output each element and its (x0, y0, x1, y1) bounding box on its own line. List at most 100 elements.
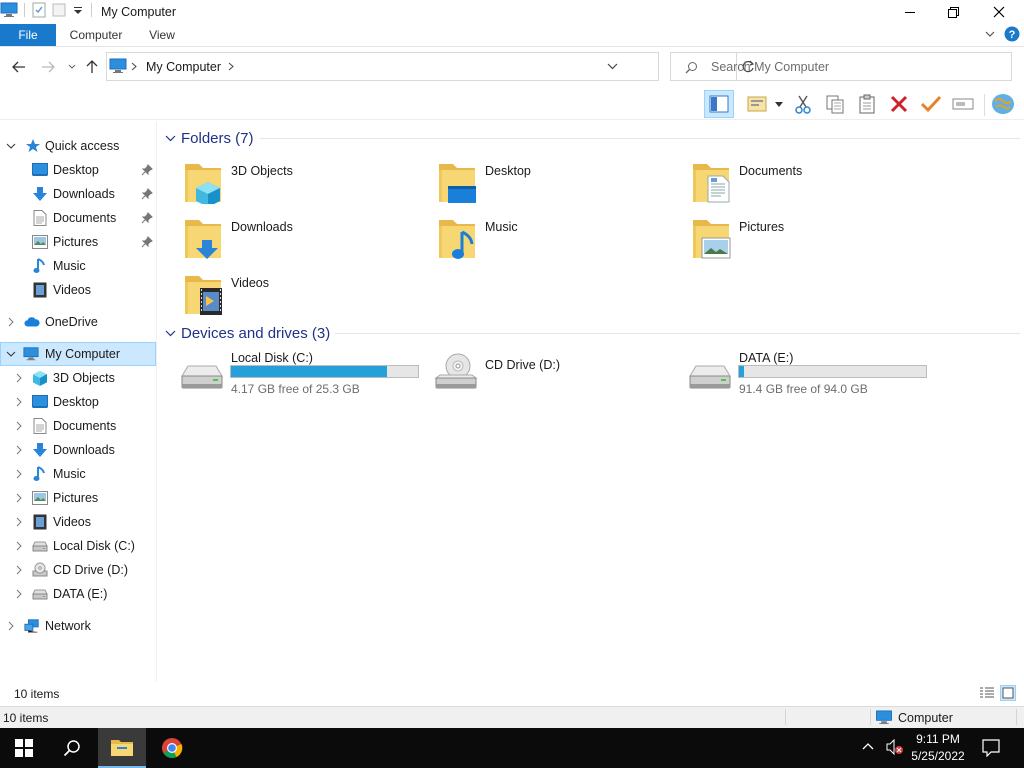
network-icon (24, 618, 40, 634)
folder-tile-desktop[interactable]: Desktop (414, 158, 664, 212)
location-indicator: Computer (875, 710, 953, 725)
file-explorer-icon[interactable] (98, 728, 146, 768)
properties-icon[interactable] (31, 2, 47, 18)
folder-tile-3d-objects[interactable]: 3D Objects (160, 158, 410, 212)
nav-mc-downloads[interactable]: Downloads (0, 438, 156, 462)
apply-icon[interactable] (916, 90, 946, 118)
layout-icon[interactable] (742, 90, 772, 118)
large-icons-view-icon[interactable] (1000, 685, 1016, 701)
chrome-icon[interactable] (148, 728, 196, 768)
notifications-icon[interactable] (982, 739, 1000, 757)
chevron-right-icon[interactable] (13, 372, 25, 384)
address-bar[interactable]: My Computer (106, 52, 755, 81)
ribbon-tabs: File Computer View ? (0, 24, 1024, 47)
help-icon[interactable]: ? (1004, 26, 1020, 42)
forward-button[interactable] (38, 57, 58, 77)
nav-label: Downloads (53, 443, 115, 457)
nav-my-computer[interactable]: My Computer (0, 342, 156, 366)
breadcrumb-chevron-icon[interactable] (131, 62, 137, 71)
nav-network[interactable]: Network (0, 614, 156, 638)
chevron-down-icon[interactable] (165, 330, 176, 337)
preview-pane-icon[interactable] (704, 90, 734, 118)
pin-icon[interactable] (141, 236, 153, 248)
search-box[interactable]: Search My Computer (670, 52, 1012, 81)
chevron-right-icon[interactable] (13, 420, 25, 432)
drive-tile-cd-drive-d[interactable]: CD Drive (D:) (414, 350, 668, 396)
new-folder-icon[interactable] (51, 2, 67, 18)
up-button[interactable] (82, 57, 102, 77)
folder-tile-documents[interactable]: Documents (668, 158, 918, 212)
nav-mc-desktop[interactable]: Desktop (0, 390, 156, 414)
pin-icon[interactable] (141, 188, 153, 200)
restore-button[interactable] (930, 0, 976, 24)
paste-icon[interactable] (852, 90, 882, 118)
tab-view[interactable]: View (138, 24, 186, 46)
search-icon[interactable] (48, 728, 96, 768)
folder-tile-music[interactable]: Music (414, 214, 664, 268)
pin-icon[interactable] (141, 164, 153, 176)
chevron-down-icon[interactable] (165, 135, 176, 142)
folders-group-header[interactable]: Folders (7) (165, 128, 1020, 148)
chevron-right-icon[interactable] (13, 540, 25, 552)
show-hidden-icons-chevron-icon[interactable] (862, 742, 874, 750)
chevron-down-icon[interactable] (5, 348, 17, 360)
chevron-right-icon[interactable] (13, 396, 25, 408)
nav-quick-access[interactable]: Quick access (0, 134, 156, 158)
nav-label: OneDrive (45, 315, 98, 329)
drives-group-header[interactable]: Devices and drives (3) (165, 323, 1020, 343)
volume-muted-icon[interactable] (886, 739, 904, 755)
cut-icon[interactable] (788, 90, 818, 118)
breadcrumb-chevron-icon[interactable] (228, 62, 234, 71)
nav-mc-videos[interactable]: Videos (0, 510, 156, 534)
drive-tile-data-e[interactable]: DATA (E:) 91.4 GB free of 94.0 GB (668, 350, 927, 396)
nav-qa-videos[interactable]: Videos (0, 278, 156, 302)
chevron-right-icon[interactable] (5, 620, 17, 632)
recent-locations-dropdown[interactable] (62, 57, 82, 77)
tab-file[interactable]: File (0, 24, 56, 46)
nav-qa-pictures[interactable]: Pictures (0, 230, 156, 254)
start-icon[interactable] (0, 728, 48, 768)
nav-qa-desktop[interactable]: Desktop (0, 158, 156, 182)
nav-mc-music[interactable]: Music (0, 462, 156, 486)
drive-tile-local-disk-c[interactable]: Local Disk (C:) 4.17 GB free of 25.3 GB (160, 350, 419, 396)
nav-qa-documents[interactable]: Documents (0, 206, 156, 230)
nav-qa-downloads[interactable]: Downloads (0, 182, 156, 206)
tab-computer[interactable]: Computer (62, 24, 130, 46)
breadcrumb[interactable]: My Computer (146, 60, 221, 74)
pin-icon[interactable] (141, 212, 153, 224)
layout-dropdown-icon[interactable] (775, 102, 783, 107)
folder-tile-videos[interactable]: Videos (160, 270, 410, 324)
address-dropdown-icon[interactable] (607, 63, 618, 70)
delete-icon[interactable] (884, 90, 914, 118)
globe-icon[interactable] (988, 90, 1018, 118)
chevron-down-icon[interactable] (5, 140, 17, 152)
folder-tile-pictures[interactable]: Pictures (668, 214, 918, 268)
copy-icon[interactable] (820, 90, 850, 118)
nav-mc-pictures[interactable]: Pictures (0, 486, 156, 510)
chevron-right-icon[interactable] (13, 468, 25, 480)
expand-ribbon-icon[interactable] (984, 28, 996, 40)
chevron-right-icon[interactable] (13, 516, 25, 528)
rename-icon[interactable] (948, 90, 978, 118)
chevron-right-icon[interactable] (13, 564, 25, 576)
customize-dropdown-icon[interactable] (73, 5, 83, 15)
chevron-right-icon[interactable] (13, 444, 25, 456)
chevron-right-icon[interactable] (5, 316, 17, 328)
back-button[interactable] (9, 57, 29, 77)
folder-tile-downloads[interactable]: Downloads (160, 214, 410, 268)
nav-mc-local-disk-c[interactable]: Local Disk (C:) (0, 534, 156, 558)
details-view-icon[interactable] (979, 687, 995, 699)
nav-qa-music[interactable]: Music (0, 254, 156, 278)
chevron-right-icon[interactable] (13, 492, 25, 504)
nav-mc-data-e[interactable]: DATA (E:) (0, 582, 156, 606)
chevron-right-icon[interactable] (13, 588, 25, 600)
nav-onedrive[interactable]: OneDrive (0, 310, 156, 334)
close-button[interactable] (976, 0, 1022, 24)
nav-mc-cd-drive-d[interactable]: CD Drive (D:) (0, 558, 156, 582)
clock[interactable]: 9:11 PM 5/25/2022 (903, 731, 973, 765)
nav-mc-documents[interactable]: Documents (0, 414, 156, 438)
search-input[interactable]: Search My Computer (711, 60, 829, 74)
minimize-button[interactable] (887, 0, 933, 24)
nav-mc-3d-objects[interactable]: 3D Objects (0, 366, 156, 390)
computer-icon[interactable] (0, 2, 18, 18)
